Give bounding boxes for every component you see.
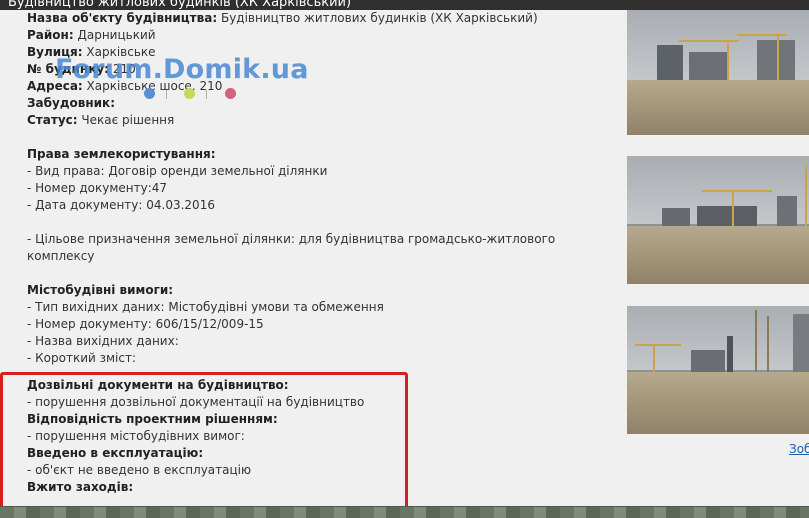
construction-photo-1[interactable] <box>627 10 809 135</box>
popup-title-bar: Будівництво житлових будинків (ХК Харків… <box>0 0 809 10</box>
district-row: Район: Дарницький <box>27 27 607 44</box>
construction-photo-3[interactable] <box>627 306 809 434</box>
watermark-dot-green <box>184 88 195 99</box>
watermark-divider <box>206 90 207 99</box>
object-name-value: Будівництво житлових будинків (ХК Харків… <box>220 11 538 25</box>
watermark-dot-blue <box>144 88 155 99</box>
status-row: Статус: Чекає рішення <box>27 112 607 129</box>
district-label: Район: <box>27 28 74 42</box>
status-label: Статус: <box>27 113 78 127</box>
land-rights-doc-date: - Дата документу: 04.03.2016 <box>27 198 215 212</box>
land-rights-heading: Права землекористування: <box>27 147 216 161</box>
object-name-row: Назва об'єкту будівництва: Будівництво ж… <box>27 10 607 27</box>
watermark-dot-pink <box>225 88 236 99</box>
info-popup: Назва об'єкту будівництва: Будівництво ж… <box>0 10 809 506</box>
land-rights-type: - Вид права: Договір оренди земельної ді… <box>27 164 328 178</box>
highlight-box <box>0 372 408 506</box>
urban-requirements-type: - Тип вихідних даних: Містобудівні умови… <box>27 300 384 314</box>
developer-label: Забудовник: <box>27 96 115 110</box>
land-purpose: - Цільове призначення земельної ділянки:… <box>27 232 556 263</box>
land-rights-doc-number: - Номер документу:47 <box>27 181 168 195</box>
urban-requirements-name: - Назва вихідних даних: <box>27 334 179 348</box>
more-photos-link[interactable]: Зоб <box>789 442 809 456</box>
district-value: Дарницький <box>77 28 156 42</box>
status-value: Чекає рішення <box>81 113 175 127</box>
urban-requirements-summary: - Короткий зміст: <box>27 351 137 365</box>
developer-row: Забудовник: <box>27 95 607 112</box>
urban-requirements-heading: Містобудівні вимоги: <box>27 283 174 297</box>
construction-photo-2[interactable] <box>627 156 809 284</box>
urban-requirements-doc-number: - Номер документу: 606/15/12/009-15 <box>27 317 264 331</box>
object-name-label: Назва об'єкту будівництва: <box>27 11 218 25</box>
forum-watermark-logo: Forum.Domik.ua <box>55 54 309 85</box>
popup-title: Будівництво житлових будинків (ХК Харків… <box>8 0 352 10</box>
map-tiles[interactable] <box>0 507 809 518</box>
watermark-divider <box>166 90 167 99</box>
